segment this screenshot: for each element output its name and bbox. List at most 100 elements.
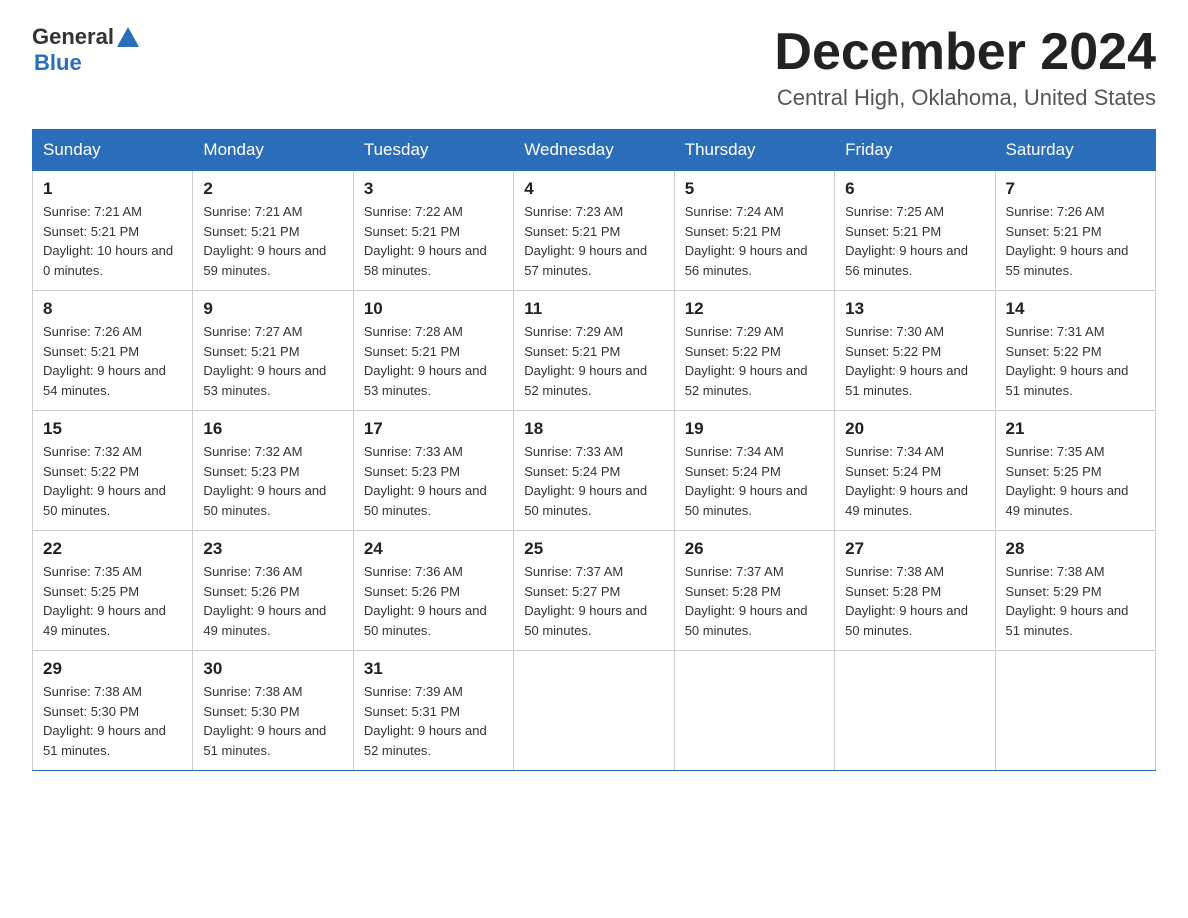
calendar-cell: 22 Sunrise: 7:35 AMSunset: 5:25 PMDaylig…	[33, 531, 193, 651]
day-info: Sunrise: 7:26 AMSunset: 5:21 PMDaylight:…	[1006, 204, 1129, 278]
day-info: Sunrise: 7:33 AMSunset: 5:23 PMDaylight:…	[364, 444, 487, 518]
calendar-cell	[514, 651, 674, 771]
day-info: Sunrise: 7:34 AMSunset: 5:24 PMDaylight:…	[845, 444, 968, 518]
calendar-cell: 4 Sunrise: 7:23 AMSunset: 5:21 PMDayligh…	[514, 171, 674, 291]
day-info: Sunrise: 7:25 AMSunset: 5:21 PMDaylight:…	[845, 204, 968, 278]
day-number: 16	[203, 419, 342, 439]
day-number: 15	[43, 419, 182, 439]
calendar-cell: 18 Sunrise: 7:33 AMSunset: 5:24 PMDaylig…	[514, 411, 674, 531]
day-number: 7	[1006, 179, 1145, 199]
calendar-header-row: SundayMondayTuesdayWednesdayThursdayFrid…	[33, 130, 1156, 171]
logo: General Blue	[32, 24, 139, 76]
logo-blue-text: Blue	[34, 50, 82, 76]
day-info: Sunrise: 7:33 AMSunset: 5:24 PMDaylight:…	[524, 444, 647, 518]
day-number: 24	[364, 539, 503, 559]
day-info: Sunrise: 7:36 AMSunset: 5:26 PMDaylight:…	[364, 564, 487, 638]
day-info: Sunrise: 7:36 AMSunset: 5:26 PMDaylight:…	[203, 564, 326, 638]
day-info: Sunrise: 7:29 AMSunset: 5:21 PMDaylight:…	[524, 324, 647, 398]
day-info: Sunrise: 7:31 AMSunset: 5:22 PMDaylight:…	[1006, 324, 1129, 398]
calendar-cell: 28 Sunrise: 7:38 AMSunset: 5:29 PMDaylig…	[995, 531, 1155, 651]
calendar-cell: 26 Sunrise: 7:37 AMSunset: 5:28 PMDaylig…	[674, 531, 834, 651]
calendar-cell: 1 Sunrise: 7:21 AMSunset: 5:21 PMDayligh…	[33, 171, 193, 291]
day-info: Sunrise: 7:27 AMSunset: 5:21 PMDaylight:…	[203, 324, 326, 398]
day-number: 8	[43, 299, 182, 319]
calendar-cell: 6 Sunrise: 7:25 AMSunset: 5:21 PMDayligh…	[835, 171, 995, 291]
day-info: Sunrise: 7:28 AMSunset: 5:21 PMDaylight:…	[364, 324, 487, 398]
calendar-week-row: 1 Sunrise: 7:21 AMSunset: 5:21 PMDayligh…	[33, 171, 1156, 291]
calendar-cell: 11 Sunrise: 7:29 AMSunset: 5:21 PMDaylig…	[514, 291, 674, 411]
calendar-cell: 27 Sunrise: 7:38 AMSunset: 5:28 PMDaylig…	[835, 531, 995, 651]
logo-line1: General	[32, 24, 139, 50]
day-number: 1	[43, 179, 182, 199]
day-number: 22	[43, 539, 182, 559]
day-info: Sunrise: 7:21 AMSunset: 5:21 PMDaylight:…	[43, 204, 173, 278]
day-info: Sunrise: 7:26 AMSunset: 5:21 PMDaylight:…	[43, 324, 166, 398]
calendar-cell: 19 Sunrise: 7:34 AMSunset: 5:24 PMDaylig…	[674, 411, 834, 531]
day-number: 4	[524, 179, 663, 199]
day-number: 2	[203, 179, 342, 199]
calendar-cell: 14 Sunrise: 7:31 AMSunset: 5:22 PMDaylig…	[995, 291, 1155, 411]
calendar-header-friday: Friday	[835, 130, 995, 171]
day-number: 6	[845, 179, 984, 199]
calendar-cell: 29 Sunrise: 7:38 AMSunset: 5:30 PMDaylig…	[33, 651, 193, 771]
day-info: Sunrise: 7:32 AMSunset: 5:23 PMDaylight:…	[203, 444, 326, 518]
calendar-cell: 10 Sunrise: 7:28 AMSunset: 5:21 PMDaylig…	[353, 291, 513, 411]
calendar-week-row: 15 Sunrise: 7:32 AMSunset: 5:22 PMDaylig…	[33, 411, 1156, 531]
day-info: Sunrise: 7:21 AMSunset: 5:21 PMDaylight:…	[203, 204, 326, 278]
day-info: Sunrise: 7:23 AMSunset: 5:21 PMDaylight:…	[524, 204, 647, 278]
logo-general-text: General	[32, 24, 114, 50]
day-number: 25	[524, 539, 663, 559]
calendar-header-wednesday: Wednesday	[514, 130, 674, 171]
day-number: 5	[685, 179, 824, 199]
day-number: 28	[1006, 539, 1145, 559]
day-number: 29	[43, 659, 182, 679]
calendar-cell: 9 Sunrise: 7:27 AMSunset: 5:21 PMDayligh…	[193, 291, 353, 411]
day-number: 17	[364, 419, 503, 439]
calendar-cell: 24 Sunrise: 7:36 AMSunset: 5:26 PMDaylig…	[353, 531, 513, 651]
day-number: 31	[364, 659, 503, 679]
title-section: December 2024 Central High, Oklahoma, Un…	[774, 24, 1156, 111]
day-info: Sunrise: 7:39 AMSunset: 5:31 PMDaylight:…	[364, 684, 487, 758]
day-info: Sunrise: 7:38 AMSunset: 5:30 PMDaylight:…	[203, 684, 326, 758]
day-info: Sunrise: 7:38 AMSunset: 5:29 PMDaylight:…	[1006, 564, 1129, 638]
location-title: Central High, Oklahoma, United States	[774, 85, 1156, 111]
calendar-header-sunday: Sunday	[33, 130, 193, 171]
calendar-cell: 5 Sunrise: 7:24 AMSunset: 5:21 PMDayligh…	[674, 171, 834, 291]
calendar-cell: 25 Sunrise: 7:37 AMSunset: 5:27 PMDaylig…	[514, 531, 674, 651]
calendar-cell: 16 Sunrise: 7:32 AMSunset: 5:23 PMDaylig…	[193, 411, 353, 531]
day-number: 21	[1006, 419, 1145, 439]
calendar-cell: 13 Sunrise: 7:30 AMSunset: 5:22 PMDaylig…	[835, 291, 995, 411]
calendar-table: SundayMondayTuesdayWednesdayThursdayFrid…	[32, 129, 1156, 771]
calendar-header-monday: Monday	[193, 130, 353, 171]
day-number: 18	[524, 419, 663, 439]
calendar-cell: 20 Sunrise: 7:34 AMSunset: 5:24 PMDaylig…	[835, 411, 995, 531]
day-number: 19	[685, 419, 824, 439]
calendar-cell: 12 Sunrise: 7:29 AMSunset: 5:22 PMDaylig…	[674, 291, 834, 411]
day-info: Sunrise: 7:35 AMSunset: 5:25 PMDaylight:…	[43, 564, 166, 638]
day-number: 30	[203, 659, 342, 679]
calendar-cell: 15 Sunrise: 7:32 AMSunset: 5:22 PMDaylig…	[33, 411, 193, 531]
page-header: General Blue December 2024 Central High,…	[32, 24, 1156, 111]
calendar-cell: 21 Sunrise: 7:35 AMSunset: 5:25 PMDaylig…	[995, 411, 1155, 531]
day-info: Sunrise: 7:32 AMSunset: 5:22 PMDaylight:…	[43, 444, 166, 518]
calendar-cell	[995, 651, 1155, 771]
day-number: 23	[203, 539, 342, 559]
calendar-week-row: 29 Sunrise: 7:38 AMSunset: 5:30 PMDaylig…	[33, 651, 1156, 771]
day-number: 9	[203, 299, 342, 319]
calendar-cell: 7 Sunrise: 7:26 AMSunset: 5:21 PMDayligh…	[995, 171, 1155, 291]
day-number: 27	[845, 539, 984, 559]
day-number: 14	[1006, 299, 1145, 319]
day-number: 12	[685, 299, 824, 319]
calendar-cell: 23 Sunrise: 7:36 AMSunset: 5:26 PMDaylig…	[193, 531, 353, 651]
calendar-cell: 17 Sunrise: 7:33 AMSunset: 5:23 PMDaylig…	[353, 411, 513, 531]
day-info: Sunrise: 7:29 AMSunset: 5:22 PMDaylight:…	[685, 324, 808, 398]
calendar-cell: 30 Sunrise: 7:38 AMSunset: 5:30 PMDaylig…	[193, 651, 353, 771]
day-info: Sunrise: 7:38 AMSunset: 5:28 PMDaylight:…	[845, 564, 968, 638]
month-title: December 2024	[774, 24, 1156, 81]
calendar-cell: 3 Sunrise: 7:22 AMSunset: 5:21 PMDayligh…	[353, 171, 513, 291]
day-number: 20	[845, 419, 984, 439]
calendar-cell: 2 Sunrise: 7:21 AMSunset: 5:21 PMDayligh…	[193, 171, 353, 291]
calendar-cell	[835, 651, 995, 771]
calendar-cell: 31 Sunrise: 7:39 AMSunset: 5:31 PMDaylig…	[353, 651, 513, 771]
calendar-header-tuesday: Tuesday	[353, 130, 513, 171]
